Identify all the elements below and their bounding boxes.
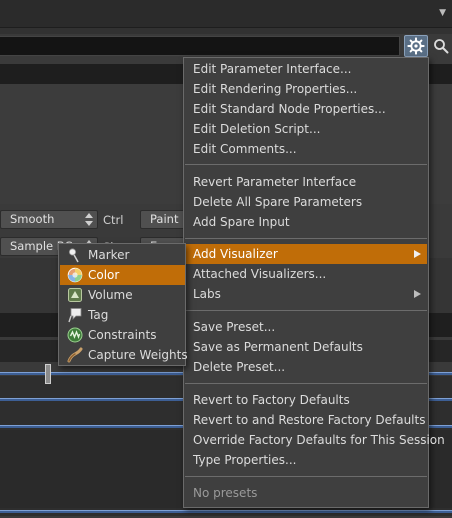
submenu-item-label: Constraints (88, 328, 157, 342)
smooth-combo-label: Smooth (10, 212, 55, 226)
menu-item-delete-preset[interactable]: Delete Preset... (185, 357, 427, 377)
menu-item-save-preset[interactable]: Save Preset... (185, 317, 427, 337)
capture-weights-icon (67, 347, 83, 363)
menu-item-attached-visualizers[interactable]: Attached Visualizers... (185, 264, 427, 284)
submenu-item-capture-weights[interactable]: Capture Weights (60, 345, 188, 365)
toolbar-dropdown-arrow-icon[interactable]: ▼ (439, 8, 446, 18)
volume-icon (68, 288, 82, 302)
menu-item-no-presets: No presets (193, 486, 258, 500)
submenu-item-tag[interactable]: Tag (60, 305, 185, 325)
menu-item-override-factory-defaults[interactable]: Override Factory Defaults for This Sessi… (185, 430, 445, 450)
color-icon (67, 267, 83, 283)
menu-separator (185, 383, 427, 384)
submenu-item-color[interactable]: Color (60, 265, 185, 285)
menu-item-revert-and-restore-factory-defaults[interactable]: Revert to and Restore Factory Defaults (185, 410, 427, 430)
timeline-track[interactable] (0, 510, 452, 513)
menu-item-edit-rendering-properties[interactable]: Edit Rendering Properties... (185, 79, 427, 99)
smooth-combo[interactable]: Smooth (0, 210, 98, 229)
submenu-arrow-icon (414, 290, 421, 298)
submenu-item-label: Tag (88, 308, 109, 322)
menu-item-edit-deletion-script[interactable]: Edit Deletion Script... (185, 119, 427, 139)
menu-item-add-visualizer[interactable]: Add Visualizer (185, 244, 427, 264)
menu-item-edit-standard-node-properties[interactable]: Edit Standard Node Properties... (185, 99, 427, 119)
menu-item-revert-parameter-interface[interactable]: Revert Parameter Interface (185, 172, 427, 192)
submenu-item-label: Capture Weights (88, 348, 188, 362)
menu-item-label: Add Visualizer (193, 247, 278, 261)
menu-separator (185, 310, 427, 311)
submenu-item-volume[interactable]: Volume (60, 285, 185, 305)
submenu-item-marker[interactable]: Marker (60, 245, 185, 265)
tag-icon (68, 308, 82, 323)
add-visualizer-submenu: Marker Color Volume Tag Constraints Capt… (58, 243, 188, 366)
menu-item-edit-comments[interactable]: Edit Comments... (185, 139, 427, 159)
parameter-context-menu: Edit Parameter Interface... Edit Renderi… (183, 57, 445, 508)
menu-item-labs[interactable]: Labs (185, 284, 427, 304)
combo-arrows-icon (85, 213, 93, 227)
menu-item-save-as-permanent-defaults[interactable]: Save as Permanent Defaults (185, 337, 427, 357)
menu-item-type-properties[interactable]: Type Properties... (185, 450, 427, 470)
menu-separator (185, 238, 427, 239)
menu-item-add-spare-input[interactable]: Add Spare Input (185, 212, 427, 232)
gear-icon (407, 37, 425, 55)
menu-separator (185, 164, 427, 165)
menu-item-edit-parameter-interface[interactable]: Edit Parameter Interface... (185, 59, 427, 79)
search-button[interactable] (431, 35, 451, 57)
search-icon (434, 39, 449, 54)
node-path-field[interactable] (0, 36, 400, 56)
toolbar-strip (0, 28, 452, 34)
top-toolbar: ▼ (0, 0, 452, 28)
ctrl-label: Ctrl (103, 213, 124, 227)
submenu-item-label: Volume (88, 288, 133, 302)
marker-icon (68, 248, 79, 263)
menu-item-delete-all-spare-parameters[interactable]: Delete All Spare Parameters (185, 192, 427, 212)
menu-item-revert-to-factory-defaults[interactable]: Revert to Factory Defaults (185, 390, 427, 410)
menu-item-label: Labs (193, 287, 221, 301)
submenu-arrow-icon (414, 250, 421, 258)
gear-menu-button[interactable] (404, 35, 428, 57)
submenu-item-constraints[interactable]: Constraints (60, 325, 185, 345)
constraints-icon (67, 327, 83, 343)
submenu-item-label: Color (88, 268, 120, 282)
menu-separator (185, 476, 427, 477)
submenu-item-label: Marker (88, 248, 130, 262)
slider-handle[interactable] (45, 364, 51, 384)
